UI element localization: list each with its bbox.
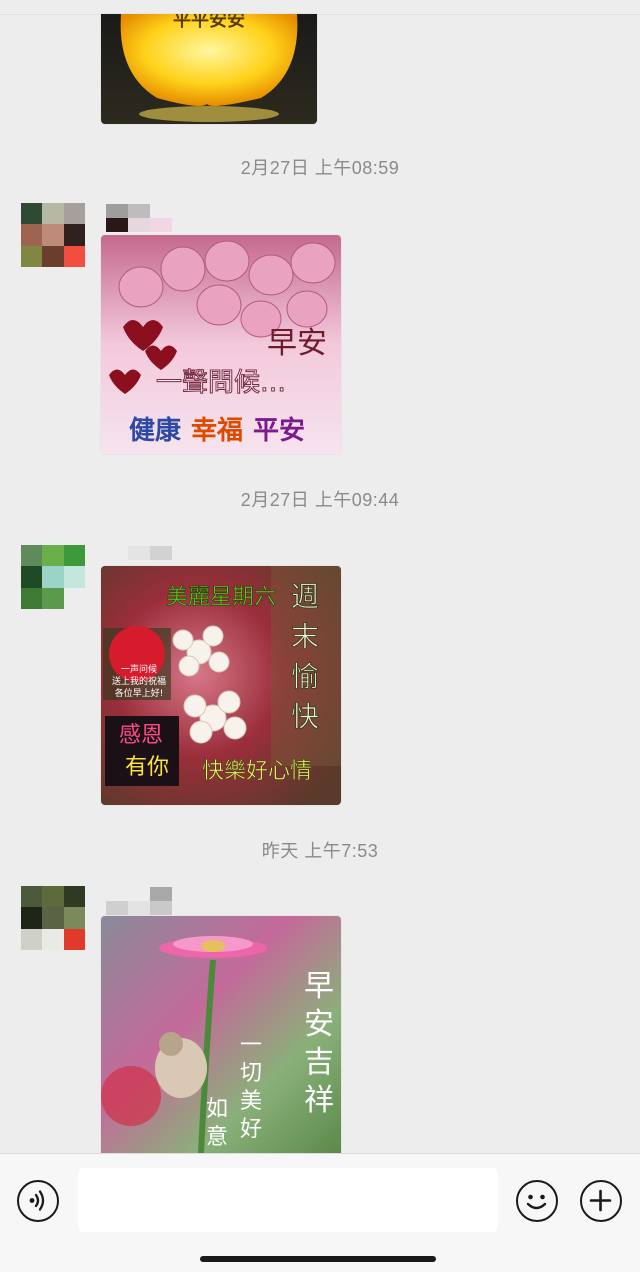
avatar[interactable]	[21, 886, 85, 950]
avatar[interactable]	[21, 203, 85, 267]
chat-input-bar	[0, 1153, 640, 1272]
apple-caption: 平平安安	[173, 14, 245, 31]
caption-meili: 美麗星期六	[166, 585, 276, 610]
home-indicator[interactable]	[200, 1256, 436, 1262]
image-message-3[interactable]: 美麗星期六 週 末 愉 快 一声问候 送上我的祝福 各位早上好! 感恩 有你 快…	[101, 566, 341, 805]
flower-bird-image: 早 安 吉 祥 一 切 美 好 如 意	[101, 916, 341, 1153]
caption-mei: 美	[240, 1089, 262, 1114]
greeting-text-xingfu: 幸福	[191, 416, 243, 446]
caption-yu: 愉	[291, 660, 319, 693]
caption-ru: 如	[206, 1097, 228, 1122]
caption-yi: 一	[240, 1033, 262, 1058]
caption-zao: 早	[304, 969, 334, 1004]
caption-hao: 好	[240, 1117, 262, 1142]
caption-kuai: 快	[291, 700, 319, 733]
plus-icon[interactable]	[580, 1180, 622, 1222]
caption-an: 安	[304, 1007, 334, 1042]
greeting-text-pingan: 平安	[253, 416, 305, 446]
caption-wenhou: 一声问候	[121, 663, 157, 675]
caption-mo: 末	[291, 620, 319, 653]
top-divider	[0, 14, 640, 15]
image-message-1[interactable]: 平平安安	[101, 14, 317, 124]
emoji-icon[interactable]	[516, 1180, 558, 1222]
caption-ganen: 感恩	[119, 723, 163, 748]
caption-zhou: 週	[291, 580, 319, 613]
greeting-text-wenhou: 一聲問候…	[156, 368, 286, 398]
message-input[interactable]	[78, 1168, 498, 1232]
timestamp-3: 昨天 上午7:53	[261, 841, 379, 861]
image-message-2[interactable]: 早安 一聲問候… 健康 幸福 平安	[101, 235, 341, 454]
sender-name-blurred	[106, 887, 172, 915]
voice-icon[interactable]	[17, 1180, 59, 1222]
timestamp-2: 2月27日 上午09:44	[240, 490, 400, 510]
flowers-greeting-image: 早安 一聲問候… 健康 幸福 平安	[101, 235, 341, 454]
image-message-4[interactable]: 早 安 吉 祥 一 切 美 好 如 意	[101, 916, 341, 1153]
sender-name-blurred	[106, 204, 172, 232]
caption-yiyi: 意	[206, 1125, 228, 1150]
caption-xiang: 祥	[304, 1083, 334, 1118]
caption-ji: 吉	[304, 1045, 334, 1080]
greeting-text-jiankang: 健康	[129, 415, 182, 446]
caption-zaoshanghao: 各位早上好!	[115, 687, 164, 699]
weekend-greeting-image: 美麗星期六 週 末 愉 快 一声问候 送上我的祝福 各位早上好! 感恩 有你 快…	[101, 566, 341, 805]
caption-haoxinqing: 快樂好心情	[202, 759, 312, 784]
avatar[interactable]	[21, 545, 85, 609]
timestamp-1: 2月27日 上午08:59	[240, 158, 400, 178]
caption-qie: 切	[240, 1061, 262, 1086]
apple-image: 平平安安	[101, 14, 317, 124]
caption-youni: 有你	[125, 755, 169, 780]
caption-zhufu: 送上我的祝福	[112, 675, 166, 687]
greeting-text-zaoan: 早安	[267, 326, 327, 361]
